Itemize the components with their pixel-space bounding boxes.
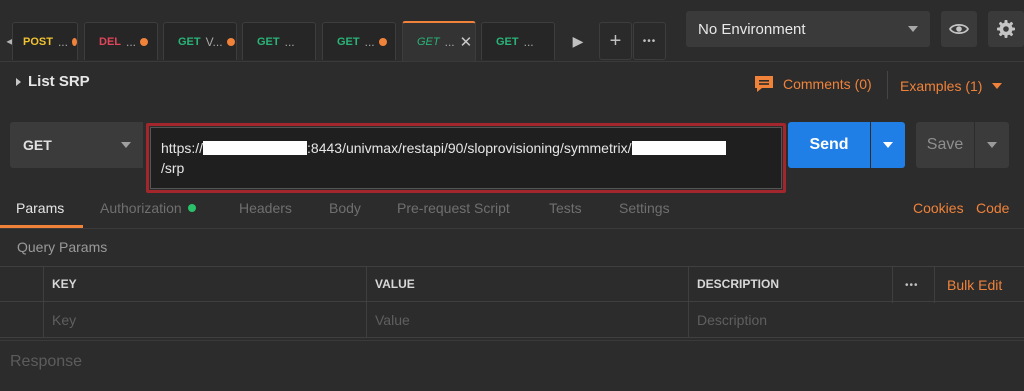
tab-name: ... [523,34,534,49]
request-tab[interactable]: GET V... [163,22,237,60]
tab-name: ... [364,34,375,49]
code-link[interactable]: Code [976,200,1009,216]
query-params-table: KEY VALUE DESCRIPTION ••• Bulk Edit Key … [0,266,1024,338]
chevron-down-icon [987,142,997,148]
expand-caret-icon [16,77,21,86]
manage-environments-button[interactable] [988,11,1024,47]
examples-label: Examples (1) [900,78,983,94]
tab-method: GET [337,35,360,48]
url-suffix: /srp [161,160,185,176]
method-select[interactable]: GET [10,122,143,168]
status-dot-icon [187,204,196,212]
chevron-down-icon [121,142,131,148]
save-options-button[interactable] [975,122,1009,168]
divider [887,71,888,99]
tab-pre-request-script[interactable]: Pre-request Script [397,200,510,216]
cookies-link[interactable]: Cookies [913,200,964,216]
tab-name: V... [205,34,223,49]
table-options-button[interactable]: ••• [892,267,919,303]
column-header-key: KEY [43,267,366,301]
request-tab[interactable]: GET ... [242,22,316,60]
request-title-text: List SRP [28,73,90,90]
url-middle: :8443/univmax/restapi/90/sloprovisioning… [307,140,632,156]
tab-headers[interactable]: Headers [239,200,292,216]
environment-quick-look-button[interactable] [941,11,977,47]
query-params-title: Query Params [17,239,108,255]
value-input[interactable]: Value [366,302,688,337]
column-header-description: DESCRIPTION [688,267,892,301]
tab-bar: ◀ POST ... DEL ... GET V... GET ... GET … [0,0,1024,62]
tab-method: POST [23,35,53,48]
active-tab-indicator [0,225,83,228]
close-tab-icon[interactable]: ✕ [460,33,473,51]
table-row: Key Value Description [0,302,1024,338]
tab-name: ... [284,34,295,49]
request-tab[interactable]: POST ... [12,22,78,60]
column-header-value: VALUE [366,267,688,301]
chevron-down-icon [908,26,918,32]
save-button[interactable]: Save [916,122,974,168]
url-input[interactable]: https:// :8443/univmax/restapi/90/sloprov… [150,127,782,189]
request-tab[interactable]: GET ... [322,22,396,60]
tab-authorization-label: Authorization [100,200,182,216]
unsaved-dot-icon [71,37,77,46]
gear-icon [997,20,1015,38]
tab-method: GET [178,35,201,48]
tab-method: DEL [99,35,121,48]
comment-icon [755,76,773,92]
tab-params[interactable]: Params [16,200,64,216]
redacted-symmetrix-id [631,141,726,155]
request-subtabs: Params Authorization Headers Body Pre-re… [0,196,1024,229]
request-title[interactable]: List SRP [16,73,90,90]
description-input[interactable]: Description [688,302,1024,337]
environment-select[interactable]: No Environment [686,11,930,47]
url-highlight-box: https:// :8443/univmax/restapi/90/sloprov… [146,123,786,193]
comments-label: Comments (0) [783,76,872,92]
unsaved-dot-icon [226,37,235,46]
tab-body[interactable]: Body [329,200,361,216]
send-options-button[interactable] [871,122,905,168]
request-tab[interactable]: DEL ... [84,22,158,60]
tab-name: ... [57,34,68,49]
eye-icon [949,23,969,35]
tab-method: GET [496,35,519,48]
request-tab[interactable]: GET ... [481,22,555,60]
method-label: GET [23,137,52,153]
bulk-edit-button[interactable]: Bulk Edit [934,267,1002,303]
tab-options-button[interactable]: ••• [633,22,666,60]
new-tab-button[interactable]: + [599,22,632,60]
unsaved-dot-icon [140,37,149,46]
chevron-down-icon [883,142,893,148]
environment-selected-label: No Environment [698,20,806,38]
response-panel: Response [0,340,1024,391]
request-tab-active[interactable]: GET ... ✕ [402,21,476,61]
tab-name: ... [126,34,137,49]
tab-name: ... [444,35,455,49]
send-button[interactable]: Send [788,122,870,168]
tab-settings[interactable]: Settings [619,200,670,216]
chevron-down-icon [992,83,1003,89]
response-label: Response [10,353,83,370]
tab-authorization[interactable]: Authorization [100,200,196,216]
comments-button[interactable]: Comments (0) [753,74,872,94]
url-prefix: https:// [161,140,204,156]
unsaved-dot-icon [378,37,387,46]
tab-method: GET [257,35,280,48]
tab-method: GET [417,36,440,48]
redacted-host [203,141,308,155]
tab-tests[interactable]: Tests [549,200,582,216]
examples-dropdown[interactable]: Examples (1) [900,78,1003,94]
key-input[interactable]: Key [43,302,366,337]
tab-scroll-right-icon[interactable]: ▶ [566,22,590,60]
table-header: KEY VALUE DESCRIPTION ••• Bulk Edit [0,266,1024,303]
